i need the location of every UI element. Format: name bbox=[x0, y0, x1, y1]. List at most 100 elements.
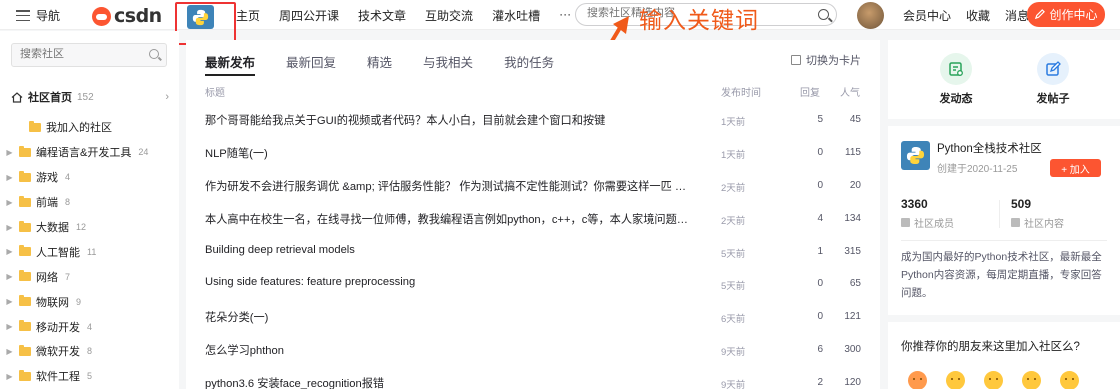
sidebar-item-games[interactable]: ▶ 游戏 4 bbox=[0, 165, 179, 190]
sidebar-item-label: 前端 bbox=[36, 197, 58, 210]
smile-face-icon[interactable] bbox=[1022, 371, 1041, 389]
neutral-face-icon[interactable] bbox=[984, 371, 1003, 389]
sidebar-item-label: 游戏 bbox=[36, 172, 58, 185]
sidebar-item-joined[interactable]: 我加入的社区 bbox=[0, 115, 179, 140]
annotation-label: 输入关键词 bbox=[639, 8, 759, 34]
csdn-logo-text: csdn bbox=[114, 5, 162, 27]
favorites-link[interactable]: 收藏 bbox=[966, 7, 990, 24]
post-title[interactable]: NLP随笔(一) bbox=[205, 145, 697, 161]
table-row[interactable]: Building deep retrieval models 5天前 1 315 bbox=[186, 234, 880, 267]
messages-link[interactable]: 消息 bbox=[1005, 7, 1029, 24]
nav-menu-button[interactable]: 导航 bbox=[16, 7, 60, 24]
expand-arrow-icon[interactable]: ▶ bbox=[0, 272, 19, 281]
expand-arrow-icon[interactable]: ▶ bbox=[0, 322, 19, 331]
table-row[interactable]: Using side features: feature preprocessi… bbox=[186, 266, 880, 299]
post-date: 5天前 bbox=[721, 248, 746, 260]
column-views: 人气 bbox=[840, 88, 860, 99]
sidebar-item-iot[interactable]: ▶ 物联网 9 bbox=[0, 289, 179, 314]
table-row[interactable]: 那个哥哥能给我点关于GUI的视频或者代码？本人小白，目前就会建个窗口和按键 1天前… bbox=[186, 102, 880, 135]
sidebar-item-label: 大数据 bbox=[36, 222, 69, 234]
tab-related-to-me[interactable]: 与我相关 bbox=[423, 52, 473, 76]
post-views: 121 bbox=[844, 311, 861, 323]
sidebar-home-label: 社区首页 bbox=[28, 92, 72, 104]
user-links: 会员中心 收藏 消息 bbox=[903, 7, 1029, 24]
top-link-mutual-help[interactable]: 互助交流 bbox=[425, 7, 473, 24]
folder-icon bbox=[19, 220, 31, 232]
user-avatar[interactable] bbox=[857, 2, 884, 29]
table-row[interactable]: python3.6 安装face_recognition报错 9天前 2 120 bbox=[186, 365, 880, 389]
post-views: 45 bbox=[849, 114, 861, 125]
hamburger-icon bbox=[16, 10, 30, 21]
expand-arrow-icon[interactable]: ▶ bbox=[0, 173, 19, 182]
post-table-header: 标题 发布时间 回复 人气 bbox=[205, 84, 862, 99]
expand-arrow-icon[interactable]: ▶ bbox=[0, 148, 19, 157]
confused-face-icon[interactable] bbox=[946, 371, 965, 389]
column-date: 发布时间 bbox=[721, 88, 761, 99]
top-link-tech-articles[interactable]: 技术文章 bbox=[358, 7, 406, 24]
top-link-chat[interactable]: 灌水吐槽 bbox=[492, 7, 540, 24]
sidebar-item-ai[interactable]: ▶ 人工智能 11 bbox=[0, 239, 179, 264]
expand-arrow-icon[interactable]: ▶ bbox=[0, 372, 19, 381]
tab-my-tasks[interactable]: 我的任务 bbox=[504, 52, 554, 76]
post-title[interactable]: Building deep retrieval models bbox=[205, 244, 697, 256]
create-center-button[interactable]: 创作中心 bbox=[1027, 2, 1105, 27]
expand-arrow-icon[interactable]: ▶ bbox=[0, 198, 19, 207]
table-row[interactable]: 怎么学习phthon 9天前 6 300 bbox=[186, 332, 880, 365]
post-title[interactable]: 怎么学习phthon bbox=[205, 342, 697, 358]
expand-arrow-icon[interactable]: ▶ bbox=[0, 223, 19, 232]
post-title[interactable]: Using side features: feature preprocessi… bbox=[205, 276, 697, 288]
table-row[interactable]: 本人高中在校生一名，在线寻找一位师傅，教我编程语言例如python，c++，c等… bbox=[186, 201, 880, 234]
sidebar-item-microsoft[interactable]: ▶ 微软开发 8 bbox=[0, 339, 179, 364]
sidebar-item-frontend[interactable]: ▶ 前端 8 bbox=[0, 190, 179, 215]
post-title[interactable]: 那个哥哥能给我点关于GUI的视频或者代码？本人小白，目前就会建个窗口和按键 bbox=[205, 112, 697, 128]
table-row[interactable]: 花朵分类(一) 6天前 0 121 bbox=[186, 299, 880, 332]
post-title[interactable]: 本人高中在校生一名，在线寻找一位师傅，教我编程语言例如python，c++，c等… bbox=[205, 211, 697, 227]
post-replies: 0 bbox=[817, 146, 823, 158]
sidebar-item-count: 24 bbox=[138, 147, 149, 158]
expand-arrow-icon[interactable]: ▶ bbox=[0, 347, 19, 356]
sidebar-item-software-eng[interactable]: ▶ 软件工程 5 bbox=[0, 364, 179, 389]
top-link-home[interactable]: 主页 bbox=[236, 7, 260, 24]
top-link-thursday-class[interactable]: 周四公开课 bbox=[279, 7, 339, 24]
sidebar-item-network[interactable]: ▶ 网络 7 bbox=[0, 264, 179, 289]
search-icon[interactable] bbox=[818, 9, 829, 20]
sidebar-search-input[interactable] bbox=[20, 48, 140, 60]
sidebar-item-bigdata[interactable]: ▶ 大数据 12 bbox=[0, 215, 179, 240]
tab-latest[interactable]: 最新发布 bbox=[205, 52, 256, 76]
create-center-label: 创作中心 bbox=[1049, 8, 1098, 22]
sidebar-search-icon[interactable] bbox=[149, 49, 159, 59]
tab-latest-replies[interactable]: 最新回复 bbox=[286, 52, 336, 76]
sidebar-item-languages[interactable]: ▶ 编程语言&开发工具 24 bbox=[0, 140, 179, 165]
edit-post-icon bbox=[1037, 53, 1069, 85]
angry-face-icon[interactable] bbox=[908, 371, 927, 389]
edit-post-button[interactable]: 发帖子 bbox=[1018, 53, 1088, 106]
sidebar-item-count: 4 bbox=[87, 321, 93, 332]
post-dynamic-button[interactable]: 发动态 bbox=[921, 53, 991, 106]
post-date: 1天前 bbox=[721, 117, 746, 128]
sidebar-home-item[interactable]: 社区首页 152 › bbox=[11, 88, 169, 106]
folder-icon bbox=[19, 245, 31, 257]
post-title[interactable]: 花朵分类(一) bbox=[205, 309, 697, 325]
post-replies: 6 bbox=[817, 344, 823, 356]
member-center-link[interactable]: 会员中心 bbox=[903, 7, 951, 24]
tab-featured[interactable]: 精选 bbox=[367, 52, 392, 76]
folder-icon bbox=[19, 145, 31, 157]
expand-arrow-icon[interactable]: ▶ bbox=[0, 247, 19, 256]
table-row[interactable]: 作为研发不会进行服务调优 &amp; 评估服务性能？ 作为测试搞不定性能测试？你… bbox=[186, 168, 880, 201]
expand-arrow-icon[interactable]: ▶ bbox=[0, 297, 19, 306]
join-community-button[interactable]: + 加入 bbox=[1050, 159, 1101, 177]
home-icon bbox=[11, 91, 23, 103]
post-replies: 0 bbox=[817, 311, 823, 323]
column-title: 标题 bbox=[205, 88, 225, 99]
sidebar-category-list: 我加入的社区 ▶ 编程语言&开发工具 24 ▶ 游戏 4 ▶ 前端 8 ▶ 大数… bbox=[0, 115, 179, 389]
members-stat: 3360 社区成员 bbox=[901, 197, 954, 230]
post-title[interactable]: 作为研发不会进行服务调优 &amp; 评估服务性能？ 作为测试搞不定性能测试？你… bbox=[205, 178, 697, 194]
sidebar-item-count: 9 bbox=[76, 296, 82, 307]
table-row[interactable]: NLP随笔(一) 1天前 0 115 bbox=[186, 135, 880, 168]
switch-to-card-button[interactable]: 切换为卡片 bbox=[791, 52, 861, 68]
grin-face-icon[interactable] bbox=[1060, 371, 1079, 389]
top-link-more[interactable]: ··· bbox=[559, 7, 571, 24]
csdn-logo[interactable]: csdn bbox=[92, 5, 162, 27]
sidebar-item-mobile[interactable]: ▶ 移动开发 4 bbox=[0, 314, 179, 339]
post-title[interactable]: python3.6 安装face_recognition报错 bbox=[205, 375, 697, 389]
